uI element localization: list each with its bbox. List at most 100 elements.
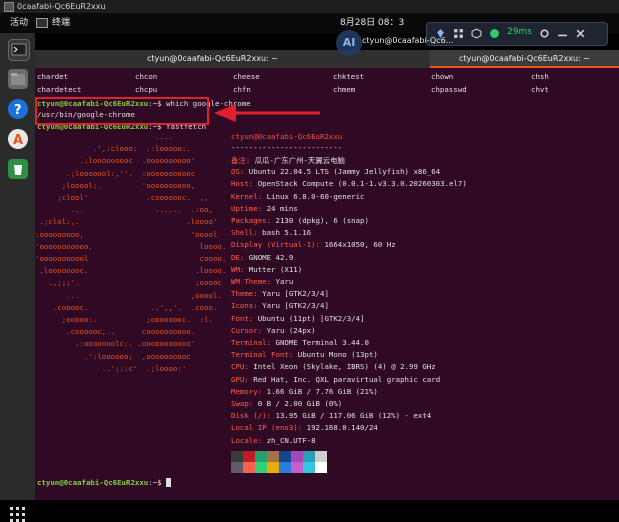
sysinfo-value: 192.168.0.140/24 (302, 423, 378, 433)
sysinfo-key: WM Theme: (231, 277, 272, 286)
logo-line: .;looooool:,''. :ooooooooooc (35, 168, 196, 178)
palette-swatch (255, 462, 267, 473)
sysinfo-row: Terminal: GNOME Terminal 3.44.0 (231, 338, 369, 347)
sysinfo-key: Host: (231, 179, 254, 189)
sysinfo-value: Ubuntu (11pt) [GTK2/3/4] (253, 313, 365, 323)
terminal-tab-2[interactable]: ctyun@0caafabi-Qc6EuR2xxu: ~ (430, 50, 619, 68)
ai-assistant-badge[interactable]: AI (336, 30, 362, 56)
sysinfo-value: 1664x1050, 60 Hz (320, 240, 396, 250)
terminal-small-icon (36, 17, 48, 28)
sysinfo-key: Packages: (231, 216, 272, 225)
sysinfo-row: Locale: zh_CN.UTF-8 (231, 436, 316, 445)
palette-swatch (243, 451, 255, 462)
sysinfo-key: Disk (/): (231, 411, 272, 421)
dock-terminal[interactable] (8, 39, 30, 61)
sysinfo-value: bash 5.1.16 (257, 228, 312, 238)
files-app-icon (11, 73, 25, 85)
sysinfo-key: Locale: (231, 435, 263, 445)
cursor-block: _ (166, 478, 171, 487)
logo-line: ..';::c' .;loooo:' (35, 363, 187, 373)
sysinfo-key: WM: (231, 264, 245, 274)
logo-line: ,loooooooc. .loooo. (35, 266, 227, 276)
svg-text:A: A (13, 133, 23, 148)
logo-line: .... (35, 132, 173, 141)
logo-line: .,;;;'. ;ooooc (35, 278, 222, 288)
software-app-icon: A (13, 133, 23, 148)
palette-swatch (303, 451, 315, 462)
sysinfo-key: Theme: (231, 289, 258, 299)
settings-icon[interactable] (539, 28, 550, 39)
dock-software[interactable]: A (8, 129, 28, 149)
ls-cell: chpasswd (431, 85, 467, 94)
sysinfo-row: WM Theme: Yaru (231, 277, 293, 286)
grid-icon[interactable] (453, 28, 464, 39)
dock-help[interactable]: ? (8, 99, 28, 119)
palette-swatch (267, 462, 279, 473)
sysinfo-value: Red Hat, Inc. QXL paravirtual graphic ca… (248, 374, 441, 384)
sysinfo-value: 13.95 GiB / 117.06 GiB (12%) - ext4 (271, 411, 432, 421)
palette-swatch (255, 451, 267, 462)
sysinfo-key: Font: (231, 313, 254, 323)
sysinfo-key: Uptime: (231, 203, 263, 213)
sysinfo-row: Kernel: Linux 6.8.0-60-generic (231, 192, 365, 201)
logo-line: 'ooooooooooo. loooo. (35, 241, 227, 251)
logo-line: .;clol:,. .loooo' (35, 217, 218, 227)
sysinfo-key: GPU: (231, 374, 249, 384)
sysinfo-value: 1.66 GiB / 7.76 GiB (21%) (262, 386, 378, 396)
app-menu-label: 终端 (52, 18, 71, 28)
dock-files[interactable] (8, 69, 28, 89)
sysinfo-row: Host: OpenStack Compute (0.0.1-1.v3.3.0.… (231, 179, 467, 188)
dock-trash[interactable] (8, 159, 28, 179)
sysinfo-row: Uptime: 24 mins (231, 204, 298, 213)
prompt-suffix: :~$ (148, 478, 167, 487)
final-prompt: ctyun@0caafabi-Qc6EuR2xxu:~$ _ (37, 478, 171, 487)
sysinfo-row: Memory: 1.66 GiB / 7.76 GiB (21%) (231, 387, 378, 396)
palette-swatch (243, 462, 255, 473)
sysinfo-key: 备注: (231, 156, 251, 165)
activities-button[interactable]: 活动 (10, 13, 28, 33)
ls-cell: chvt (531, 85, 549, 94)
sysinfo-value: 0 B / 2.00 GiB (0%) (253, 399, 343, 408)
close-icon[interactable] (575, 28, 586, 39)
app-menu-terminal[interactable]: 终端 (36, 13, 70, 33)
logo-line: ;ooooo:. ;oooooooc. :l. (35, 315, 213, 324)
palette-swatch (315, 462, 327, 473)
sysinfo-value: Ubuntu Mono (13pt) (293, 350, 378, 360)
sysinfo-row: GPU: Red Hat, Inc. QXL paravirtual graph… (231, 375, 440, 384)
overlay-window-title: ctyun@0caafabi-Qc6... (362, 36, 454, 45)
logo-line: 'ooooooooool coooo. (35, 254, 227, 263)
trash-app-icon (14, 165, 22, 175)
logo-line: .cooooc. ..',,'. .cooo. (35, 302, 218, 312)
wifi-icon (490, 29, 499, 38)
sysinfo-row: CPU: Intel Xeon (Skylake, IBRS) (4) @ 2.… (231, 362, 436, 371)
logo-line: :ooooooooo, 'ooool (35, 229, 218, 239)
minimize-icon[interactable] (557, 28, 568, 39)
sysinfo-value: Linux 6.8.0-60-generic (262, 191, 365, 201)
sysinfo-value: GNOME Terminal 3.44.0 (271, 338, 369, 347)
palette-swatch (279, 451, 291, 462)
help-app-icon: ? (14, 103, 22, 118)
palette-swatch (231, 462, 243, 473)
sysinfo-value: Yaru [GTK2/3/4] (257, 301, 329, 311)
sysinfo-separator: ------------------------- (231, 143, 343, 152)
terminal-body[interactable]: chardet chcon cheese chktest chown chsh … (35, 68, 619, 500)
logo-line: .',:clooo: .:looooo:. (35, 144, 191, 154)
cube-icon[interactable] (471, 28, 482, 39)
sysinfo-row: Font: Ubuntu (11pt) [GTK2/3/4] (231, 314, 365, 323)
sysinfo-row: Swap: 0 B / 2.00 GiB (0%) (231, 399, 342, 408)
sysinfo-row: DE: GNOME 42.9 (231, 253, 293, 262)
ls-cell: chsh (531, 72, 549, 81)
latency-readout: 29ms (507, 27, 532, 37)
logo-line: ... ...... .:oo, (35, 205, 213, 215)
sysinfo-key: OS: (231, 167, 245, 177)
sysinfo-key: Local IP (ens3): (231, 423, 303, 433)
sysinfo-value: Intel Xeon (Skylake, IBRS) (4) @ 2.99 GH… (248, 362, 436, 372)
palette-swatch (303, 462, 315, 473)
svg-text:?: ? (14, 103, 22, 118)
terminal-tab-1[interactable]: ctyun@0caafabi-Qc6EuR2xxu: ~ (35, 50, 390, 68)
sysinfo-user-host-text: ctyun@0caafabi-Qc6EuR2xxu (231, 132, 343, 141)
app-window-icon (4, 1, 14, 12)
window-title-bar: 0caafabi-Qc6EuR2xxu (0, 0, 619, 13)
ls-cell: chmem (333, 85, 356, 94)
ls-cell: cheese (233, 72, 260, 81)
